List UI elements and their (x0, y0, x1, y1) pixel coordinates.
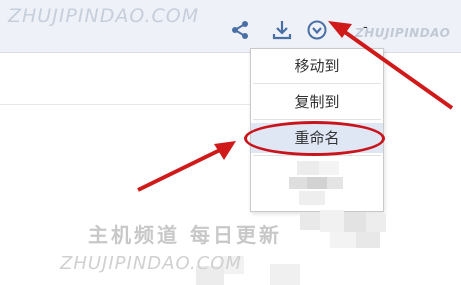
arrow-to-rename (137, 141, 236, 192)
arrow-to-dropdown (328, 21, 454, 110)
annotation-arrows (137, 21, 454, 192)
